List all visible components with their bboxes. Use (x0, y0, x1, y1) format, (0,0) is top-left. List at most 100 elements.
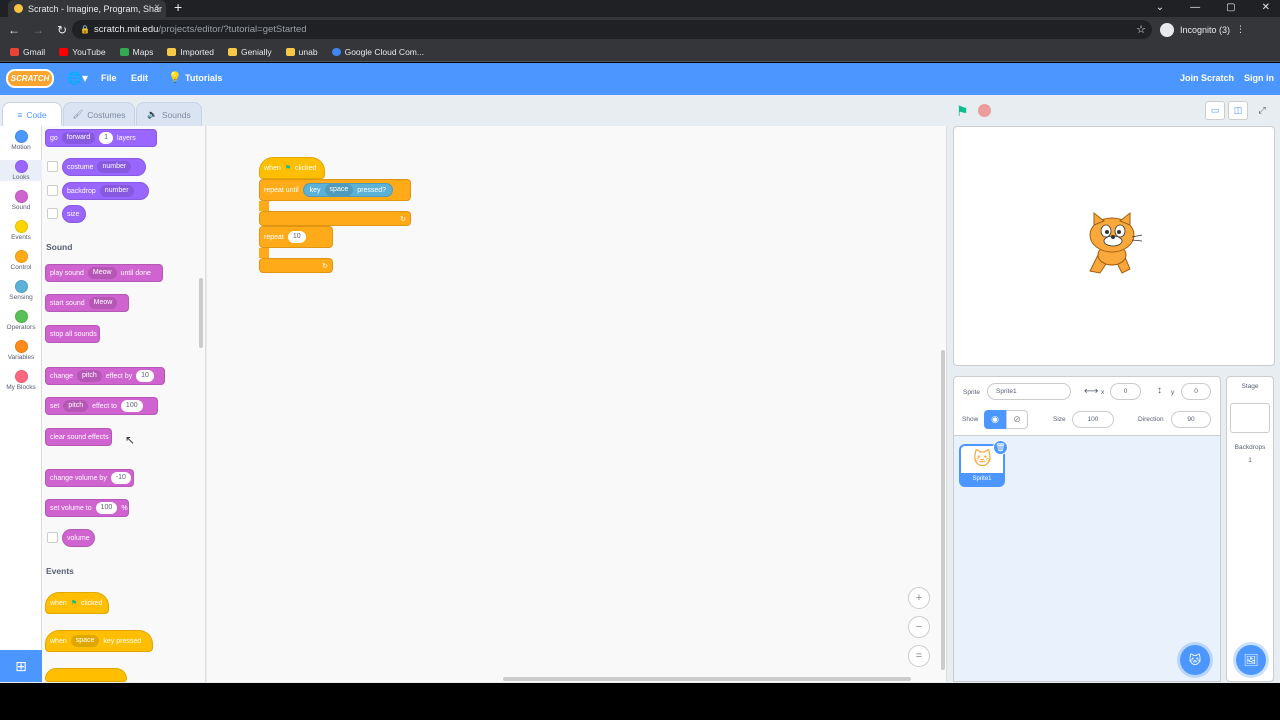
script-repeat-until[interactable]: repeat until key space pressed? (259, 179, 411, 201)
show-hidden-eye-icon[interactable]: ⊘ (1006, 410, 1028, 429)
block-play-sound-until-done[interactable]: play sound Meow until done (45, 264, 163, 282)
bookmark-unab[interactable]: unab (285, 47, 318, 57)
block-set-volume[interactable]: set volume to 100% (45, 499, 129, 517)
workspace-vertical-scrollbar[interactable] (941, 350, 945, 670)
show-visible-eye-icon[interactable]: ◉ (984, 410, 1006, 429)
delete-sprite-icon[interactable]: 🗑 (993, 440, 1008, 455)
tutorials-menu[interactable]: Tutorials (185, 73, 222, 83)
new-tab-icon[interactable]: + (174, 0, 182, 15)
backdrops-count: 1 (1248, 457, 1252, 464)
close-tab-icon[interactable]: × (154, 2, 160, 13)
bookmark-google-cloud[interactable]: Google Cloud Com... (331, 47, 424, 57)
block-events-partial[interactable] (45, 668, 127, 682)
repeat-arm (259, 248, 269, 258)
tab-costumes[interactable]: 🖌 Costumes (63, 102, 135, 126)
category-control[interactable]: Control (0, 250, 42, 271)
category-looks[interactable]: Looks (0, 160, 42, 181)
block-change-pitch-effect[interactable]: change pitch effect by 10 (45, 367, 165, 385)
small-stage-icon[interactable]: ▭ (1205, 101, 1225, 120)
scratch-logo[interactable]: SCRATCH (6, 69, 54, 88)
back-icon[interactable]: ← (4, 23, 24, 37)
size-input[interactable]: 100 (1072, 411, 1114, 428)
bookmark-imported[interactable]: Imported (167, 47, 214, 57)
code-icon: ≡ (17, 110, 23, 120)
menu-dots-icon[interactable]: ⋮ (1236, 24, 1245, 35)
block-change-volume[interactable]: change volume by -10 (45, 469, 134, 487)
green-flag-icon[interactable]: ⚑ (956, 103, 969, 120)
category-motion[interactable]: Motion (0, 130, 42, 151)
sign-in-link[interactable]: Sign in (1244, 73, 1274, 83)
category-operators[interactable]: Operators (0, 310, 42, 331)
add-backdrop-icon[interactable]: 🖼 (1236, 645, 1266, 675)
bookmark-gmail[interactable]: Gmail (10, 47, 45, 57)
stop-icon[interactable] (978, 104, 991, 117)
size-checkbox[interactable] (47, 208, 58, 219)
sensing-key-pressed[interactable]: key space pressed? (302, 183, 394, 197)
block-start-sound[interactable]: start sound Meow (45, 294, 129, 312)
browser-tab[interactable]: Scratch - Imagine, Program, Shar × (8, 0, 166, 17)
reporter-costume-number[interactable]: costume number (62, 158, 146, 176)
reporter-size[interactable]: size (62, 205, 86, 223)
block-clear-sound-effects[interactable]: clear sound effects (45, 428, 112, 446)
url-field[interactable]: 🔒 scratch.mit.edu/projects/editor/?tutor… (72, 20, 1152, 39)
stage-canvas[interactable] (953, 126, 1275, 366)
maximize-icon[interactable]: ▢ (1226, 0, 1235, 15)
block-stop-all-sounds[interactable]: stop all sounds (45, 325, 100, 343)
sprite-name-input[interactable]: Sprite1 (987, 383, 1071, 400)
script-repeat[interactable]: repeat 10 (259, 226, 333, 248)
stage-thumbnail[interactable] (1230, 403, 1270, 433)
events-section-header: Events (46, 566, 74, 576)
volume-checkbox[interactable] (47, 532, 58, 543)
workspace-horizontal-scrollbar[interactable] (503, 677, 911, 681)
block-go-forward-layers[interactable]: go forward 1 layers (45, 129, 157, 147)
zoom-out-icon[interactable]: − (908, 616, 930, 638)
category-sound[interactable]: Sound (0, 190, 42, 211)
code-workspace[interactable] (207, 126, 947, 682)
script-when-flag-clicked[interactable]: when ⚑ clicked (259, 157, 325, 179)
incognito-icon (1160, 22, 1174, 37)
stage-selector[interactable]: Stage Backdrops 1 (1226, 376, 1274, 682)
minimize-icon[interactable]: — (1190, 0, 1200, 15)
bookmark-maps[interactable]: Maps (119, 47, 153, 57)
palette-scrollbar[interactable] (199, 278, 203, 348)
direction-input[interactable]: 90 (1171, 411, 1211, 428)
file-menu[interactable]: File (101, 73, 117, 83)
bookmark-genially[interactable]: Genially (227, 47, 272, 57)
add-extension-icon[interactable]: ⊞ (0, 650, 42, 682)
join-scratch-link[interactable]: Join Scratch (1180, 73, 1234, 83)
costume-checkbox[interactable] (47, 161, 58, 172)
category-variables[interactable]: Variables (0, 340, 42, 361)
tab-code[interactable]: ≡ Code (2, 102, 62, 127)
large-stage-icon[interactable]: ◫ (1228, 101, 1248, 120)
reporter-volume[interactable]: volume (62, 529, 95, 547)
zoom-reset-icon[interactable]: = (908, 645, 930, 667)
backdrop-checkbox[interactable] (47, 185, 58, 196)
x-input[interactable]: 0 (1110, 383, 1141, 400)
zoom-in-icon[interactable]: + (908, 587, 930, 609)
forward-icon[interactable]: → (28, 23, 48, 37)
loop-arrow-icon: ↻ (322, 262, 328, 270)
y-input[interactable]: 0 (1181, 383, 1211, 400)
incognito-profile[interactable]: Incognito (3) ⋮ (1160, 20, 1245, 39)
block-when-flag-clicked[interactable]: when ⚑ clicked (45, 592, 109, 614)
close-window-icon[interactable]: ✕ (1262, 0, 1270, 15)
add-sprite-icon[interactable]: 🐱 (1180, 645, 1210, 675)
language-globe-icon[interactable]: 🌐▾ (67, 71, 88, 85)
category-events[interactable]: Events (0, 220, 42, 241)
category-my-blocks[interactable]: My Blocks (0, 370, 42, 391)
block-set-pitch-effect[interactable]: set pitch effect to 100 (45, 397, 158, 415)
sound-section-header: Sound (46, 242, 73, 252)
category-sensing[interactable]: Sensing (0, 280, 42, 301)
reporter-backdrop-number[interactable]: backdrop number (62, 182, 149, 200)
mouse-cursor-icon: ↖ (125, 433, 136, 447)
bookmark-star-icon[interactable]: ☆ (1136, 23, 1146, 36)
tab-sounds[interactable]: 🔈 Sounds (136, 102, 202, 126)
bookmark-youtube[interactable]: YouTube (59, 47, 106, 57)
tab-search-icon[interactable]: ⌄ (1156, 0, 1164, 15)
reload-icon[interactable]: ↻ (52, 23, 72, 37)
edit-menu[interactable]: Edit (131, 73, 148, 83)
fullscreen-icon[interactable]: ⤢ (1252, 101, 1272, 120)
backdrops-label: Backdrops (1234, 444, 1266, 451)
browser-tab-bar (0, 0, 1280, 17)
block-when-key-pressed[interactable]: when space key pressed (45, 630, 153, 652)
